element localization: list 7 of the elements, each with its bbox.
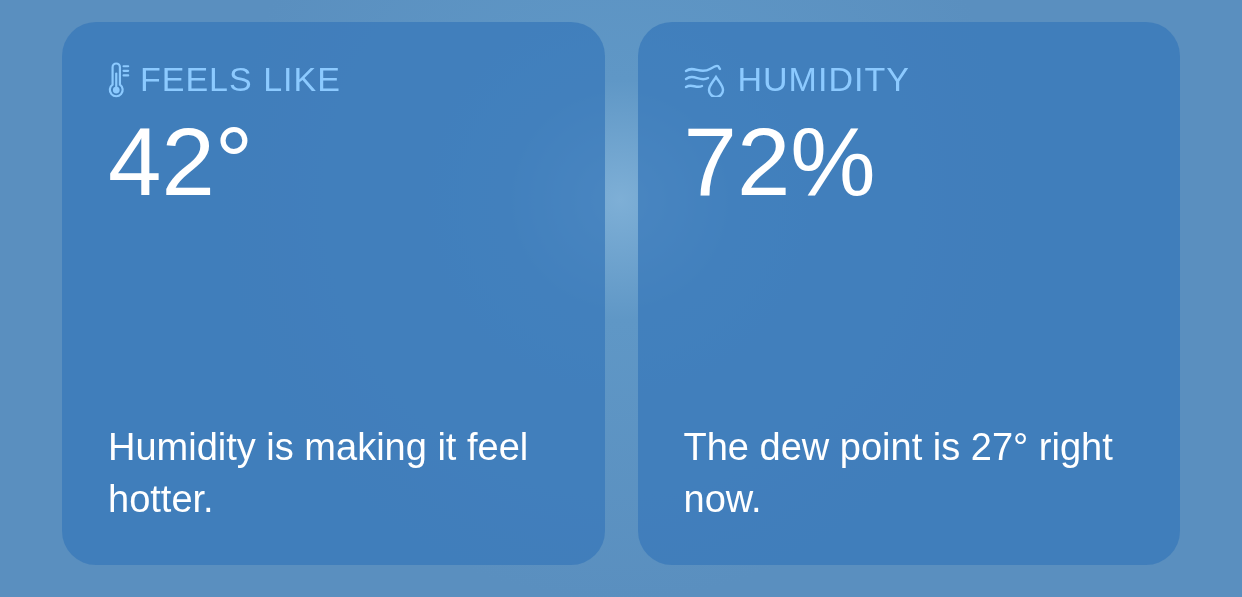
- card-description: The dew point is 27° right now.: [683, 425, 1114, 522]
- card-title: FEELS LIKE: [140, 60, 341, 99]
- card-title: HUMIDITY: [737, 60, 910, 99]
- card-description: Humidity is making it feel hotter.: [108, 425, 530, 522]
- card-value: 42°: [108, 109, 255, 215]
- card-value: 72%: [683, 109, 877, 215]
- thermometer-icon: [108, 60, 130, 99]
